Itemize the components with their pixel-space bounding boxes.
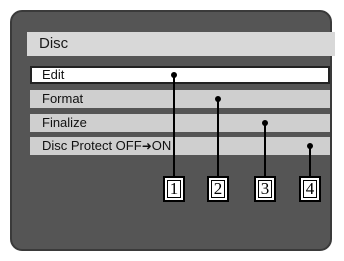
menu-item-label: Disc Protect OFF➜ON [42,138,171,153]
menu-item-format[interactable]: Format [30,90,330,108]
callout-line-3 [264,123,266,177]
callout-number: 3 [258,179,272,198]
callout-line-4 [309,146,311,177]
callout-box-2: 2 [207,176,229,202]
menu-item-disc-protect[interactable]: Disc Protect OFF➜ON [30,137,330,155]
menu-title-bar: Disc [27,32,335,56]
callout-number: 2 [211,179,225,198]
disc-protect-label-on: ON [151,138,172,153]
callout-line-1 [173,75,175,177]
menu-item-label: Finalize [42,115,87,130]
right-arrow-icon: ➜ [141,139,152,153]
menu-item-label: Format [42,91,84,106]
callout-box-3: 3 [254,176,276,202]
callout-line-2 [217,99,219,177]
callout-box-1: 1 [163,176,185,202]
page-title: Disc [39,35,69,52]
menu-item-finalize[interactable]: Finalize [30,114,330,132]
menu-item-edit[interactable]: Edit [30,66,330,84]
disc-protect-label-off: Disc Protect OFF [42,138,142,153]
callout-number: 1 [167,179,181,198]
callout-box-4: 4 [299,176,321,202]
menu-item-label: Edit [42,67,65,82]
callout-number: 4 [303,179,317,198]
